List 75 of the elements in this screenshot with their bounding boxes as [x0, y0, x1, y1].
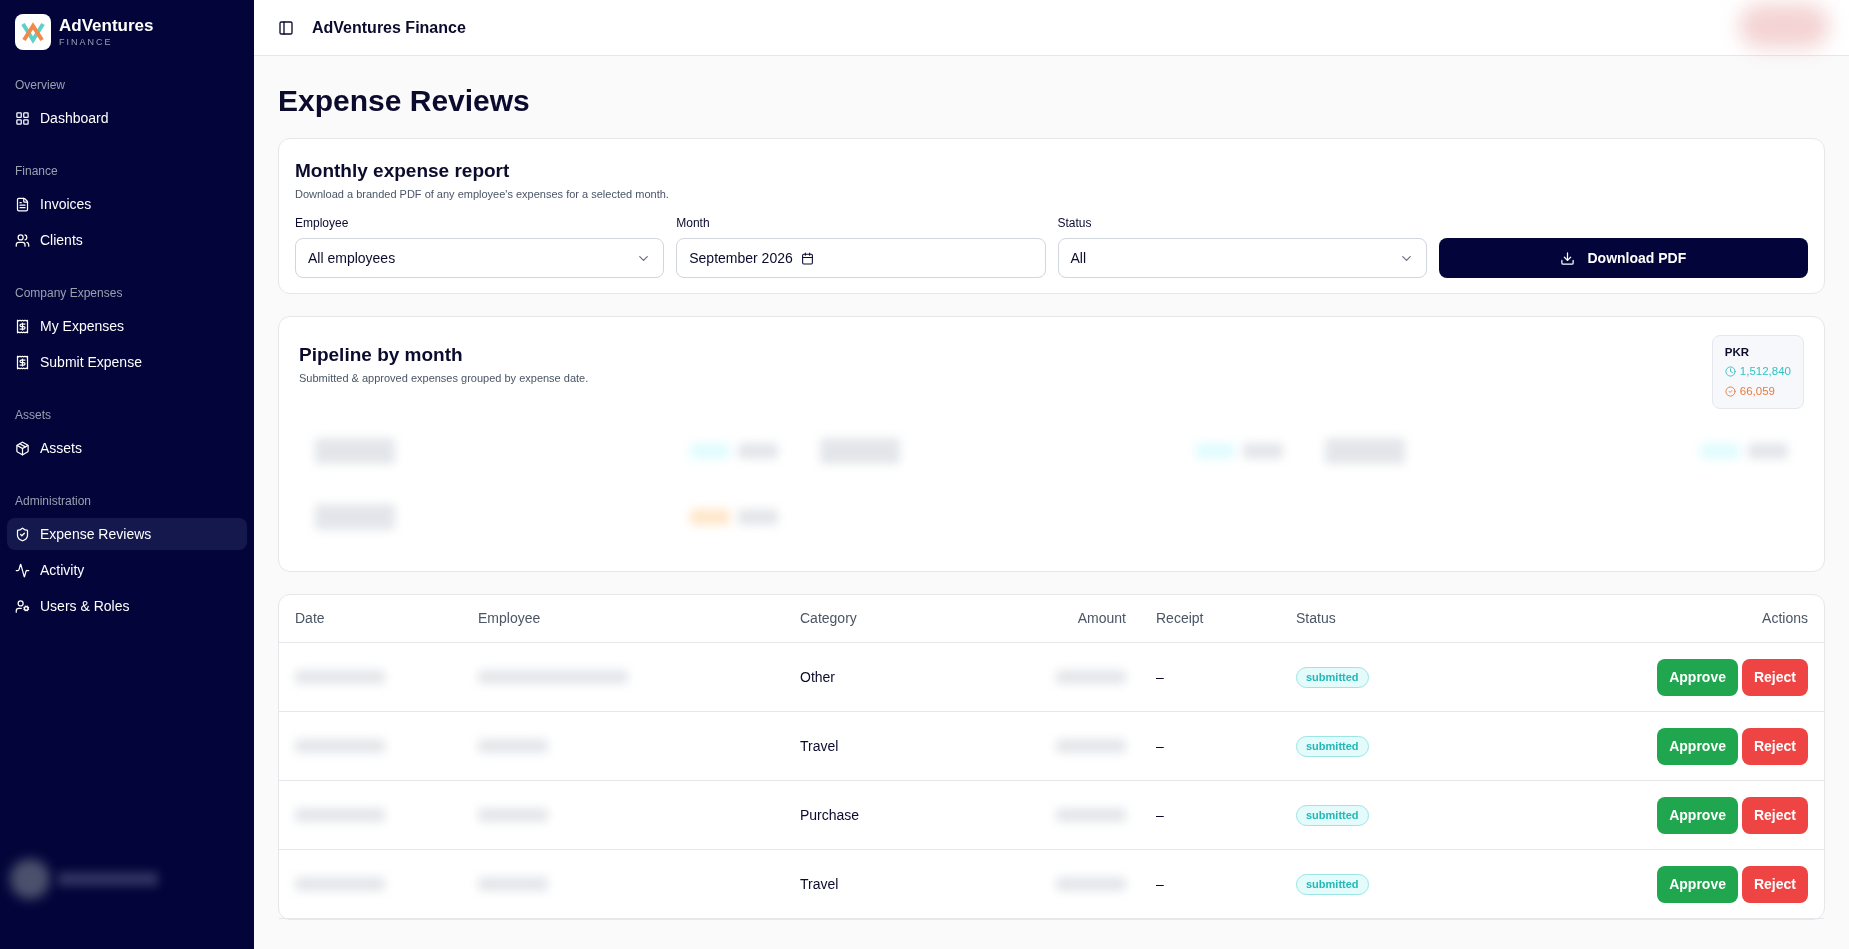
blurred-placeholder — [10, 859, 50, 899]
receipt-icon — [15, 318, 30, 334]
field-label: Employee — [295, 215, 350, 232]
sidebar-item[interactable]: Expense Reviews — [7, 518, 247, 550]
users-icon — [15, 232, 30, 248]
table-cell-text: – — [1156, 805, 1165, 825]
table-cell-text: Other — [800, 667, 836, 687]
sidebar-toggle-icon[interactable] — [278, 19, 294, 36]
section-heading: Overview — [14, 77, 66, 94]
sidebar-item[interactable]: Activity — [7, 554, 247, 586]
column-header: Category — [800, 609, 858, 628]
card-subtitle: Submitted & approved expenses grouped by expense date. — [299, 370, 589, 386]
activity-icon — [15, 562, 30, 578]
brand-tagline: FINANCE — [59, 35, 114, 49]
sidebar-item[interactable]: Invoices — [7, 188, 247, 220]
blurred-placeholder — [1195, 442, 1235, 459]
blurred-placeholder — [1700, 442, 1740, 459]
select-field[interactable]: All employees — [295, 238, 665, 278]
reject-button[interactable]: Reject — [1741, 865, 1808, 903]
select-field[interactable]: All — [1057, 238, 1427, 278]
table-cell-text: Purchase — [800, 805, 861, 825]
approved-total: 66,059 — [1739, 383, 1775, 399]
column-header: Status — [1296, 609, 1337, 628]
blurred-placeholder — [690, 442, 730, 459]
sidebar-item[interactable]: Assets — [7, 432, 247, 464]
currency-label: PKR — [1724, 345, 1751, 360]
shield-icon — [15, 526, 30, 542]
status-badge: submitted — [1296, 667, 1369, 688]
field-label: Month — [676, 215, 711, 232]
brand-name: AdVentures — [59, 14, 154, 36]
reject-button[interactable]: Reject — [1741, 727, 1808, 765]
column-header: Actions — [1761, 609, 1808, 628]
sidebar-item[interactable]: My Expenses — [7, 310, 247, 342]
page-title: Expense Reviews — [278, 86, 531, 116]
section-heading: Company Expenses — [14, 285, 124, 302]
download-button[interactable]: Download PDF — [1438, 238, 1808, 278]
column-header: Date — [295, 609, 326, 628]
table-cell-text: – — [1156, 874, 1165, 894]
table-cell-text: Travel — [800, 736, 840, 756]
submitted-total: 1,512,840 — [1739, 364, 1791, 380]
column-header: Amount — [1076, 609, 1127, 628]
section-heading: Assets — [14, 407, 52, 424]
card-title: Monthly expense report — [295, 159, 511, 183]
table-cell-text: – — [1156, 667, 1165, 687]
table-cell-text: Travel — [800, 874, 840, 894]
sidebar-item[interactable]: Submit Expense — [7, 346, 247, 378]
reject-button[interactable]: Reject — [1741, 658, 1808, 696]
receipt-icon — [15, 354, 30, 370]
dashboard-icon — [15, 110, 30, 126]
sidebar-item[interactable]: Users & Roles — [7, 590, 247, 622]
reject-button[interactable]: Reject — [1741, 796, 1808, 834]
status-badge: submitted — [1296, 736, 1369, 757]
check-circle-icon — [1724, 385, 1736, 397]
table-cell-text: – — [1156, 736, 1165, 756]
usercog-icon — [15, 598, 30, 614]
download-icon — [1560, 250, 1576, 266]
field-label: Status — [1057, 215, 1093, 232]
card-subtitle: Download a branded PDF of any employee's expenses for a selected month. — [295, 186, 670, 202]
card-title: Pipeline by month — [299, 343, 464, 367]
column-header: Employee — [478, 609, 542, 628]
column-header: Receipt — [1156, 609, 1205, 628]
app-title: AdVentures Finance — [312, 17, 466, 38]
sidebar-item[interactable]: Dashboard — [7, 102, 247, 134]
status-badge: submitted — [1296, 874, 1369, 895]
box-icon — [15, 440, 30, 456]
calendar-icon — [800, 251, 814, 265]
blurred-placeholder — [690, 508, 730, 525]
sidebar-item[interactable]: Clients — [7, 224, 247, 256]
status-badge: submitted — [1296, 805, 1369, 826]
file-icon — [15, 196, 30, 212]
section-heading: Administration — [14, 493, 93, 510]
section-heading: Finance — [14, 163, 59, 180]
month-field[interactable]: September 2026 — [676, 238, 1046, 278]
logo-icon — [15, 14, 51, 50]
clock-icon — [1724, 366, 1736, 378]
